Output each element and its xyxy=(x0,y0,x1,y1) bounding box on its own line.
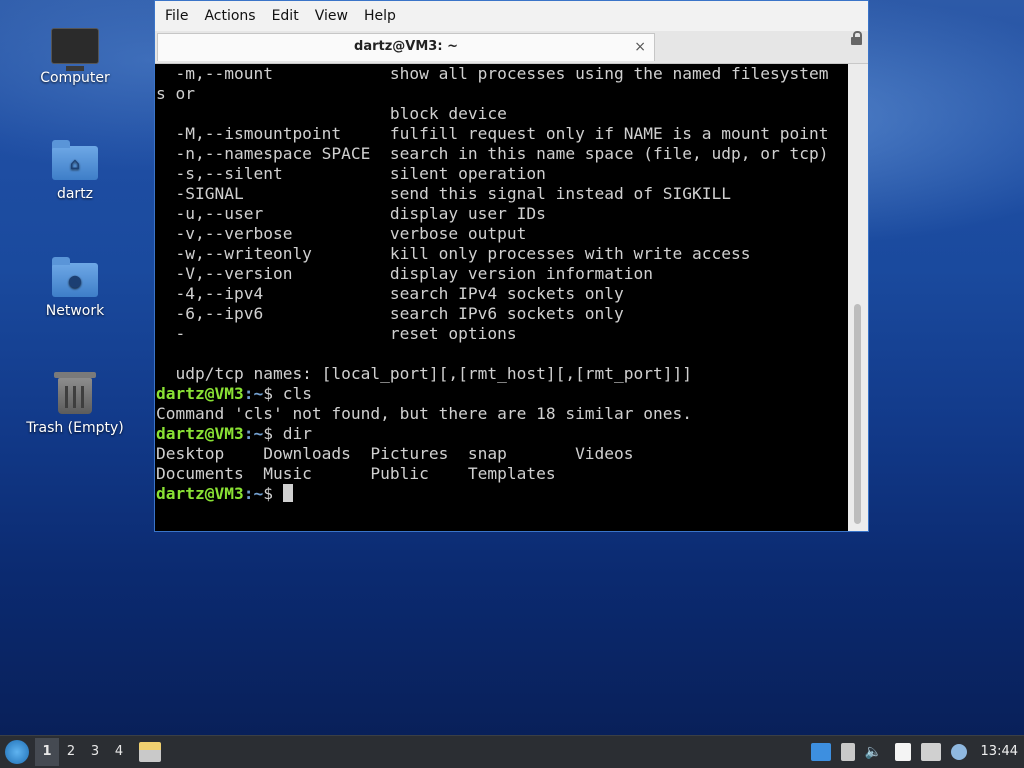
workspace-3[interactable]: 3 xyxy=(83,738,107,766)
menu-bar: File Actions Edit View Help xyxy=(155,1,868,31)
clipboard-icon[interactable] xyxy=(840,743,855,761)
menu-file[interactable]: File xyxy=(159,8,194,24)
terminal-tab[interactable]: dartz@VM3: ~ × xyxy=(157,33,655,61)
workspace-1[interactable]: 1 xyxy=(35,738,59,766)
volume-icon[interactable]: 🔈 xyxy=(865,743,885,761)
prompt-line: dartz@VM3:~$ dir xyxy=(155,424,848,444)
menu-help[interactable]: Help xyxy=(358,8,402,24)
computer-icon xyxy=(51,28,99,71)
prompt-user: dartz@VM3 xyxy=(156,384,244,403)
network-icon[interactable] xyxy=(920,743,941,761)
help-text: -m,--mount show all processes using the … xyxy=(156,64,829,383)
prompt-symbol: $ xyxy=(263,484,283,503)
prompt-path: :~ xyxy=(243,484,264,503)
archive-app-icon[interactable] xyxy=(139,742,161,762)
prompt-user: dartz@VM3 xyxy=(156,484,244,503)
home-folder-icon: ⌂ xyxy=(52,140,98,180)
taskbar: 1 2 3 4 🔈 13:44 xyxy=(0,735,1024,768)
lock-icon[interactable] xyxy=(851,31,862,45)
start-menu-icon[interactable] xyxy=(5,740,29,764)
prompt-user: dartz@VM3 xyxy=(156,424,244,443)
desktop-icon-label: dartz xyxy=(56,186,94,202)
scrollbar-thumb[interactable] xyxy=(854,304,861,524)
menu-actions[interactable]: Actions xyxy=(198,8,261,24)
prompt-path: :~ xyxy=(243,384,264,403)
desktop-icon-trash[interactable]: Trash (Empty) xyxy=(20,372,130,436)
terminal-output[interactable]: -m,--mount show all processes using the … xyxy=(155,64,848,531)
clock[interactable]: 13:44 xyxy=(981,736,1018,768)
notes-icon[interactable] xyxy=(894,743,911,761)
menu-edit[interactable]: Edit xyxy=(266,8,305,24)
command-text: dir xyxy=(282,424,312,443)
workspace-2[interactable]: 2 xyxy=(59,738,83,766)
desktop-icon-label: Computer xyxy=(40,70,110,86)
desktop-icon-label: Trash (Empty) xyxy=(26,420,124,436)
desktop-icon-home[interactable]: ⌂ dartz xyxy=(20,140,130,202)
dir-output-line: Documents Music Public Templates xyxy=(156,464,556,483)
desktop-icon-network[interactable]: ● Network xyxy=(20,257,130,319)
command-text: cls xyxy=(282,384,312,403)
workspace-4[interactable]: 4 xyxy=(107,738,131,766)
desktop-icon-computer[interactable]: Computer xyxy=(20,22,130,86)
network-folder-icon: ● xyxy=(52,257,98,297)
dir-output-line: Desktop Downloads Pictures snap Videos xyxy=(156,444,634,463)
text-cursor xyxy=(282,484,293,502)
system-tray: 🔈 13:44 xyxy=(801,736,1024,768)
tab-bar: dartz@VM3: ~ × xyxy=(155,31,868,64)
command-output: Command 'cls' not found, but there are 1… xyxy=(156,404,693,423)
scrollbar[interactable] xyxy=(848,64,868,531)
desktop-icon-label: Network xyxy=(45,303,105,319)
display-icon[interactable] xyxy=(810,743,831,761)
prompt-symbol: $ xyxy=(263,384,283,403)
trash-icon xyxy=(54,372,96,414)
prompt-line: dartz@VM3:~$ xyxy=(155,484,848,504)
terminal-window[interactable]: File Actions Edit View Help dartz@VM3: ~… xyxy=(154,0,869,532)
tab-title: dartz@VM3: ~ xyxy=(354,39,458,54)
prompt-path: :~ xyxy=(243,424,264,443)
prompt-symbol: $ xyxy=(263,424,283,443)
notification-icon[interactable] xyxy=(950,744,967,760)
close-tab-icon[interactable]: × xyxy=(634,34,646,60)
prompt-line: dartz@VM3:~$ cls xyxy=(155,384,848,404)
menu-view[interactable]: View xyxy=(309,8,354,24)
